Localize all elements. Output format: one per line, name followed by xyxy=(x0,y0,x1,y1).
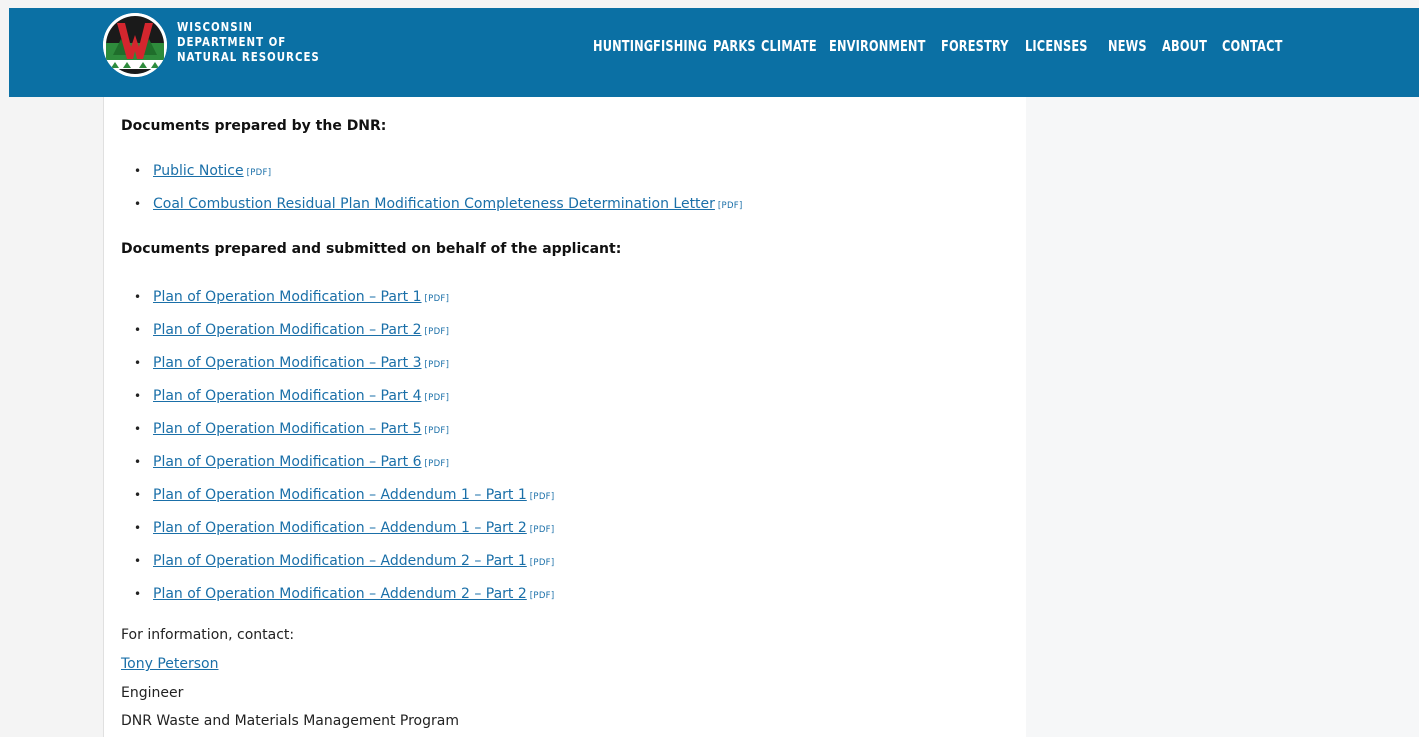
logo-line-2: DEPARTMENT OF xyxy=(177,34,287,49)
bullet-icon: • xyxy=(134,389,142,403)
pdf-tag: [PDF] xyxy=(529,492,555,502)
logo-line-1: WISCONSIN xyxy=(177,19,253,34)
list-item: • Plan of Operation Modification – Addend… xyxy=(134,550,554,583)
contact-title: Engineer xyxy=(121,685,184,701)
contact-program: DNR Waste and Materials Management Progr… xyxy=(121,713,459,729)
pdf-tag: [PDF] xyxy=(424,426,450,436)
contact-intro: For information, contact: xyxy=(121,627,295,643)
nav-news[interactable]: NEWS xyxy=(1108,37,1149,55)
nav-parks[interactable]: PARKS xyxy=(713,37,756,55)
list-item: • Plan of Operation Modification – Part 2… xyxy=(134,319,554,352)
applicant-docs-list: • Plan of Operation Modification – Part 1… xyxy=(134,286,554,616)
site-header: WISCONSIN DEPARTMENT OF NATURAL RESOURCE… xyxy=(9,8,1419,97)
list-item: • Plan of Operation Modification – Part 3… xyxy=(134,352,554,385)
nav-contact[interactable]: CONTACT xyxy=(1222,37,1282,55)
logo-wordmark[interactable]: WISCONSIN DEPARTMENT OF NATURAL RESOURCE… xyxy=(177,19,320,64)
doc-link[interactable]: Plan of Operation Modification – Part 1 xyxy=(153,289,422,305)
list-item: • Plan of Operation Modification – Addend… xyxy=(134,517,554,550)
pdf-tag: [PDF] xyxy=(424,294,450,304)
doc-link[interactable]: Plan of Operation Modification – Part 2 xyxy=(153,322,422,338)
pdf-tag: [PDF] xyxy=(717,201,743,211)
bullet-icon: • xyxy=(134,164,142,178)
doc-link[interactable]: Plan of Operation Modification – Addendu… xyxy=(153,520,527,536)
nav-hunting[interactable]: HUNTING xyxy=(593,37,653,55)
nav-about[interactable]: ABOUT xyxy=(1162,37,1208,55)
bullet-icon: • xyxy=(134,554,142,568)
list-item: • Plan of Operation Modification – Part 1… xyxy=(134,286,554,319)
doc-link[interactable]: Plan of Operation Modification – Part 3 xyxy=(153,355,422,371)
pdf-tag: [PDF] xyxy=(529,558,555,568)
doc-link[interactable]: Plan of Operation Modification – Addendu… xyxy=(153,487,527,503)
nav-fishing[interactable]: FISHING xyxy=(653,37,707,55)
list-item: • Plan of Operation Modification – Part 4… xyxy=(134,385,554,418)
bullet-icon: • xyxy=(134,290,142,304)
pdf-tag: [PDF] xyxy=(424,327,450,337)
pdf-tag: [PDF] xyxy=(529,591,555,601)
bullet-icon: • xyxy=(134,422,142,436)
doc-link[interactable]: Plan of Operation Modification – Addendu… xyxy=(153,553,527,569)
bullet-icon: • xyxy=(134,356,142,370)
nav-licenses[interactable]: LICENSES xyxy=(1025,37,1088,55)
nav-environment[interactable]: ENVIRONMENT xyxy=(829,37,925,55)
pdf-tag: [PDF] xyxy=(246,168,272,178)
list-item: • Plan of Operation Modification – Part 5… xyxy=(134,418,554,451)
pdf-tag: [PDF] xyxy=(529,525,555,535)
bullet-icon: • xyxy=(134,521,142,535)
doc-link[interactable]: Plan of Operation Modification – Addendu… xyxy=(153,586,527,602)
public-notice-link[interactable]: Public Notice xyxy=(153,163,244,179)
doc-link[interactable]: Plan of Operation Modification – Part 4 xyxy=(153,388,422,404)
page: WISCONSIN DEPARTMENT OF NATURAL RESOURCE… xyxy=(0,0,1419,737)
pdf-tag: [PDF] xyxy=(424,393,450,403)
list-item: • Public Notice [PDF] xyxy=(134,160,743,193)
pdf-tag: [PDF] xyxy=(424,360,450,370)
contact-name-link[interactable]: Tony Peterson xyxy=(121,656,219,672)
nav-forestry[interactable]: FORESTRY xyxy=(941,37,1009,55)
doc-link[interactable]: Plan of Operation Modification – Part 6 xyxy=(153,454,422,470)
sidebar-column xyxy=(1026,97,1419,737)
dnr-docs-list: • Public Notice [PDF] • Coal Combustion Res… xyxy=(134,160,743,226)
doc-link[interactable]: Plan of Operation Modification – Part 5 xyxy=(153,421,422,437)
completeness-letter-link[interactable]: Coal Combustion Residual Plan Modificati… xyxy=(153,196,715,212)
bullet-icon: • xyxy=(134,587,142,601)
list-item: • Coal Combustion Residual Plan Modificat… xyxy=(134,193,743,226)
main-nav: HUNTING FISHING PARKS CLIMATE ENVIRONMEN… xyxy=(593,35,1292,57)
applicant-docs-heading: Documents prepared and submitted on beha… xyxy=(121,241,622,257)
bullet-icon: • xyxy=(134,455,142,469)
list-item: • Plan of Operation Modification – Addend… xyxy=(134,583,554,616)
dnr-docs-heading: Documents prepared by the DNR: xyxy=(121,118,387,134)
nav-climate[interactable]: CLIMATE xyxy=(761,37,817,55)
bullet-icon: • xyxy=(134,197,142,211)
dnr-w-logo-icon[interactable] xyxy=(103,13,167,77)
list-item: • Plan of Operation Modification – Part 6… xyxy=(134,451,554,484)
list-item: • Plan of Operation Modification – Addend… xyxy=(134,484,554,517)
logo-line-3: NATURAL RESOURCES xyxy=(177,49,320,64)
bullet-icon: • xyxy=(134,488,142,502)
pdf-tag: [PDF] xyxy=(424,459,450,469)
bullet-icon: • xyxy=(134,323,142,337)
